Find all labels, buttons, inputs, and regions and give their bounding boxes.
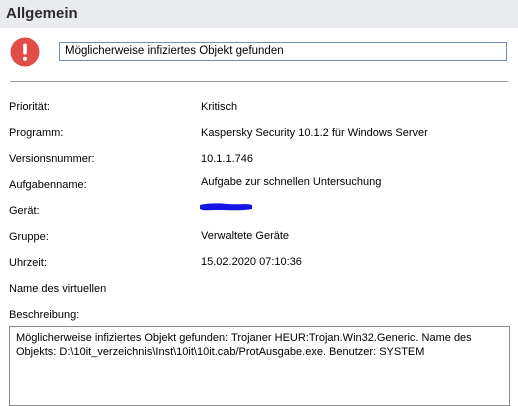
version-value: 10.1.1.746: [201, 153, 253, 165]
group-label: Gruppe:: [9, 231, 49, 243]
priority-value: Kritisch: [201, 101, 238, 113]
time-label: Uhrzeit:: [9, 257, 47, 269]
description-label: Beschreibung:: [9, 309, 80, 321]
program-value: Kaspersky Security 10.1.2 für Windows Se…: [201, 127, 428, 139]
version-label: Versionsnummer:: [9, 153, 95, 165]
description-text: Möglicherweise infiziertes Objekt gefund…: [16, 332, 472, 358]
priority-label: Priorität:: [9, 101, 50, 113]
program-label: Programm:: [9, 127, 64, 139]
event-title-text: Möglicherweise infiziertes Objekt gefund…: [65, 45, 284, 57]
device-label: Gerät:: [9, 205, 40, 217]
event-title-field[interactable]: Möglicherweise infiziertes Objekt gefund…: [59, 42, 507, 61]
section-header: Allgemein: [0, 0, 518, 28]
exclamation-circle-icon: [10, 37, 40, 67]
section-title: Allgemein: [6, 5, 78, 22]
virtual-name-label: Name des virtuellen: [9, 283, 107, 295]
redaction-scribble: [200, 203, 252, 211]
time-value: 15.02.2020 07:10:36: [201, 256, 302, 268]
description-textarea[interactable]: Möglicherweise infiziertes Objekt gefund…: [9, 326, 510, 406]
divider: [10, 81, 508, 82]
task-name-label: Aufgabenname:: [9, 179, 87, 191]
task-name-value: Aufgabe zur schnellen Untersuchung: [201, 176, 382, 188]
group-value: Verwaltete Geräte: [201, 230, 290, 242]
